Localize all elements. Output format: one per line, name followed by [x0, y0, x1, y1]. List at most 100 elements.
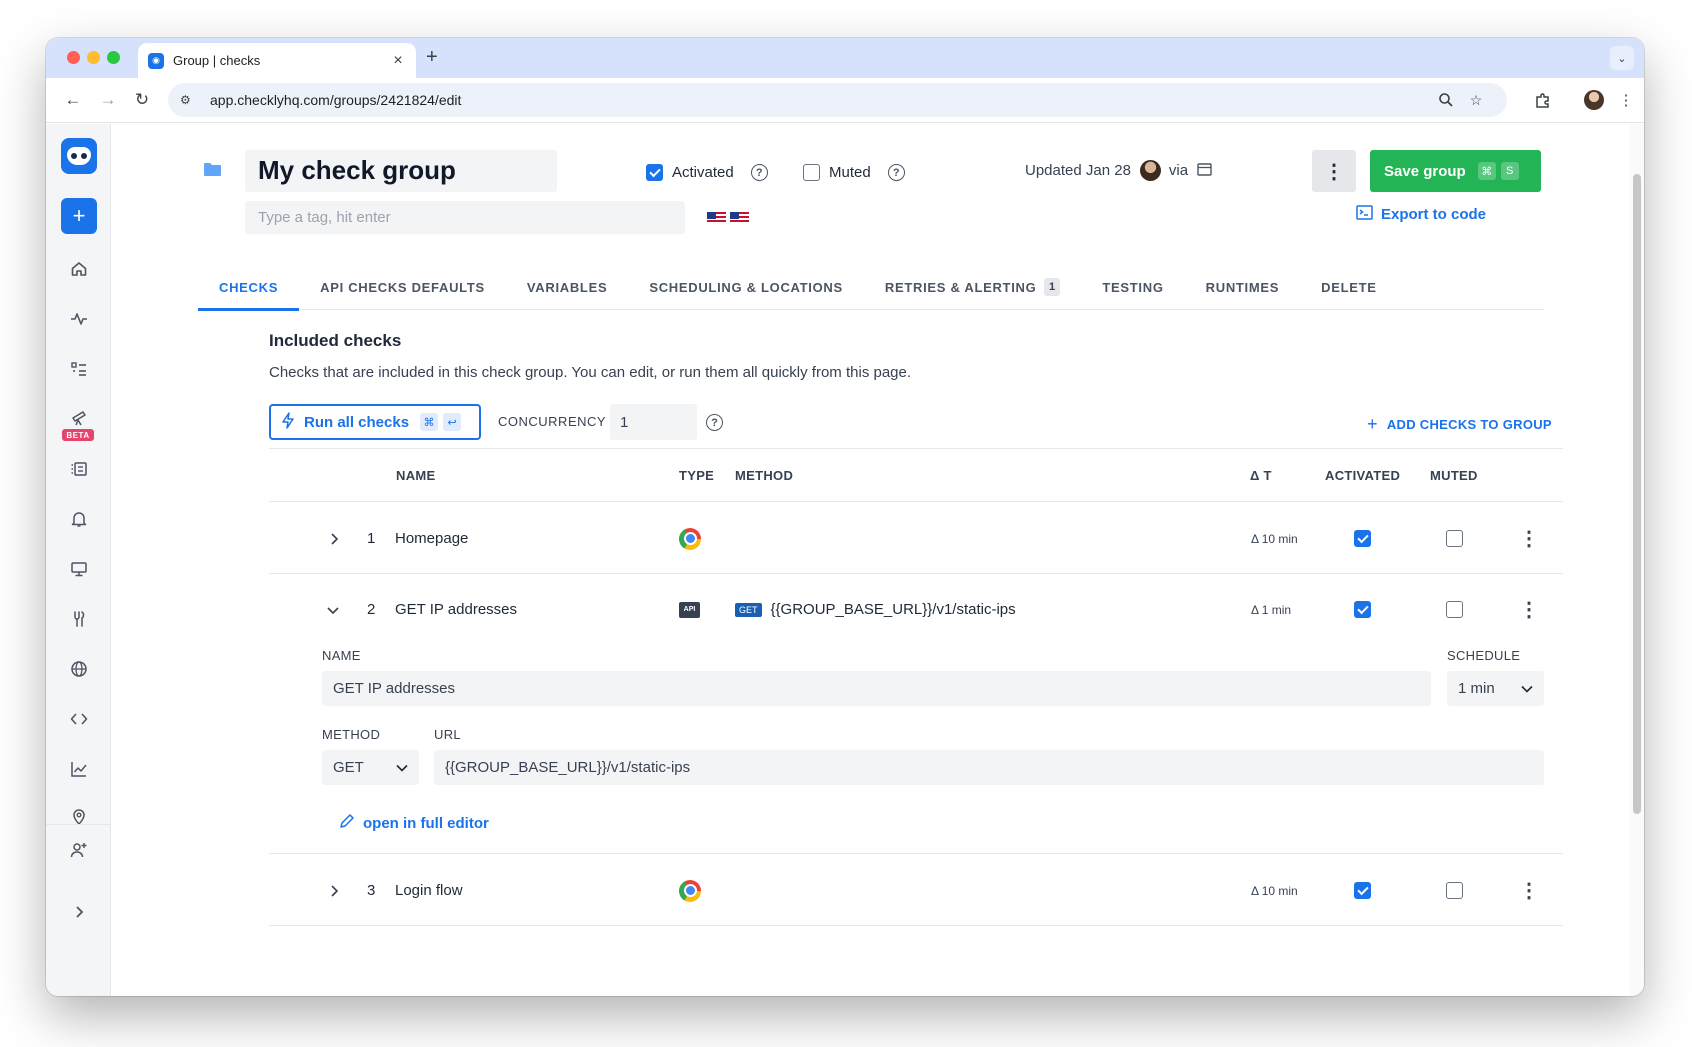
- analytics-chart-icon[interactable]: [66, 756, 92, 782]
- maintenance-tools-icon[interactable]: [66, 606, 92, 632]
- location-pin-icon[interactable]: [66, 804, 92, 830]
- shortcut-key: S: [1500, 162, 1519, 180]
- back-arrow-icon[interactable]: ←: [61, 88, 85, 112]
- tab-delete[interactable]: DELETE: [1300, 264, 1397, 310]
- tab-variables[interactable]: VARIABLES: [506, 264, 628, 310]
- activity-pulse-icon[interactable]: [66, 306, 92, 332]
- us-flag-icon: [707, 212, 726, 224]
- run-all-checks-button[interactable]: Run all checks ⌘ ↩: [269, 404, 481, 440]
- reload-icon[interactable]: ↻: [130, 88, 154, 112]
- address-bar[interactable]: ⚙ app.checklyhq.com/groups/2421824/edit …: [168, 83, 1507, 117]
- delta-time: Δ 10 min: [1251, 883, 1298, 898]
- help-icon[interactable]: ?: [887, 164, 905, 181]
- save-group-button[interactable]: Save group ⌘ S: [1370, 150, 1541, 192]
- browser-tab-title: Group | checks: [173, 53, 261, 68]
- checks-table-header: NAME TYPE METHOD Δ T ACTIVATED MUTED: [269, 448, 1563, 502]
- extensions-icon[interactable]: [1531, 89, 1553, 111]
- check-name[interactable]: Login flow: [395, 855, 463, 926]
- profile-avatar[interactable]: [1584, 90, 1604, 110]
- tab-scheduling-locations[interactable]: SCHEDULING & LOCATIONS: [628, 264, 864, 310]
- tab-retries-alerting[interactable]: RETRIES & ALERTING 1: [864, 264, 1082, 310]
- add-checks-to-group-link[interactable]: + ADD CHECKS TO GROUP: [1367, 414, 1552, 435]
- globe-icon[interactable]: [66, 656, 92, 682]
- user-avatar: [1139, 160, 1161, 181]
- row-activated-checkbox[interactable]: [1354, 882, 1371, 899]
- check-name[interactable]: GET IP addresses: [395, 574, 517, 645]
- tab-api-checks-defaults[interactable]: API CHECKS DEFAULTS: [299, 264, 506, 310]
- row-muted-checkbox[interactable]: [1446, 601, 1463, 618]
- checkly-logo[interactable]: [61, 138, 97, 174]
- reports-list-icon[interactable]: [66, 456, 92, 482]
- bookmark-star-icon[interactable]: ☆: [1467, 91, 1485, 109]
- minimize-window-button[interactable]: [87, 51, 100, 64]
- schedule-select[interactable]: 1 min: [1447, 671, 1544, 706]
- scrollbar-thumb[interactable]: [1633, 174, 1641, 814]
- new-tab-icon[interactable]: +: [426, 46, 438, 69]
- invite-user-icon[interactable]: [66, 837, 92, 863]
- url-text[interactable]: app.checklyhq.com/groups/2421824/edit: [210, 92, 461, 108]
- dashboard-monitor-icon[interactable]: [66, 556, 92, 582]
- browser-tab[interactable]: ◉ Group | checks ×: [138, 43, 416, 78]
- row-muted-checkbox[interactable]: [1446, 530, 1463, 547]
- checkly-favicon-icon: ◉: [148, 52, 164, 69]
- zoom-icon[interactable]: [1437, 91, 1455, 109]
- forward-arrow-icon[interactable]: →: [96, 88, 120, 112]
- chevron-down-icon[interactable]: [327, 574, 339, 645]
- close-tab-icon[interactable]: ×: [390, 52, 406, 70]
- row-activated-checkbox[interactable]: [1354, 530, 1371, 547]
- activated-checkbox[interactable]: [646, 164, 663, 181]
- close-window-button[interactable]: [67, 51, 80, 64]
- site-info-icon[interactable]: ⚙: [180, 93, 198, 107]
- group-name-input[interactable]: My check group: [245, 150, 557, 192]
- beta-badge: BETA: [62, 429, 94, 441]
- browser-menu-icon[interactable]: ⋮: [1615, 89, 1637, 111]
- more-options-button[interactable]: ⋮: [1312, 150, 1356, 192]
- row-index: 3: [367, 882, 376, 899]
- tab-checks[interactable]: CHECKS: [198, 264, 300, 311]
- bell-icon[interactable]: [66, 506, 92, 532]
- tab-testing[interactable]: TESTING: [1081, 264, 1184, 310]
- help-icon[interactable]: ?: [750, 164, 768, 181]
- export-to-code-link[interactable]: Export to code: [1356, 204, 1486, 225]
- app-sidebar: + BETA: [46, 124, 111, 996]
- help-icon[interactable]: ?: [706, 414, 723, 431]
- delta-time: Δ 10 min: [1251, 531, 1298, 546]
- concurrency-input[interactable]: [610, 404, 697, 440]
- check-url: {{GROUP_BASE_URL}}/v1/static-ips: [770, 601, 1016, 618]
- open-in-full-editor-link[interactable]: open in full editor: [339, 813, 489, 833]
- table-row[interactable]: 1 Homepage Δ 10 min ⋮: [269, 503, 1563, 574]
- home-icon[interactable]: [66, 256, 92, 282]
- pencil-icon: [339, 813, 355, 833]
- maximize-window-button[interactable]: [107, 51, 120, 64]
- method-select[interactable]: GET: [322, 750, 419, 785]
- method-value: GET: [333, 759, 364, 776]
- tab-search-chevron-icon[interactable]: ⌄: [1610, 46, 1634, 70]
- code-icon[interactable]: [66, 706, 92, 732]
- muted-toggle[interactable]: Muted ?: [803, 164, 905, 181]
- column-muted: MUTED: [1430, 468, 1478, 483]
- row-menu-icon[interactable]: ⋮: [1519, 855, 1539, 926]
- chevron-right-icon[interactable]: [329, 855, 339, 926]
- row-muted-checkbox[interactable]: [1446, 882, 1463, 899]
- chevron-down-icon: [1521, 680, 1533, 697]
- page-scrollbar[interactable]: [1630, 124, 1644, 996]
- expand-sidebar-chevron-icon[interactable]: [66, 899, 92, 925]
- muted-checkbox[interactable]: [803, 164, 820, 181]
- locations-flags: [707, 212, 749, 224]
- export-to-code-label: Export to code: [1381, 206, 1487, 223]
- tag-input[interactable]: [245, 201, 685, 234]
- row-menu-icon[interactable]: ⋮: [1519, 503, 1539, 574]
- telescope-icon[interactable]: [66, 404, 92, 430]
- url-field[interactable]: {{GROUP_BASE_URL}}/v1/static-ips: [434, 750, 1544, 785]
- activated-toggle[interactable]: Activated ?: [646, 164, 768, 181]
- table-row[interactable]: 2 GET IP addresses API GET {{GROUP_BASE_…: [269, 574, 1563, 645]
- checks-list-icon[interactable]: [66, 356, 92, 382]
- row-activated-checkbox[interactable]: [1354, 601, 1371, 618]
- check-name-field[interactable]: GET IP addresses: [322, 671, 1431, 706]
- create-new-button[interactable]: +: [61, 198, 97, 234]
- tab-runtimes[interactable]: RUNTIMES: [1185, 264, 1301, 310]
- row-menu-icon[interactable]: ⋮: [1519, 574, 1539, 645]
- check-name[interactable]: Homepage: [395, 503, 468, 574]
- table-row[interactable]: 3 Login flow Δ 10 min ⋮: [269, 855, 1563, 926]
- chevron-right-icon[interactable]: [329, 503, 339, 574]
